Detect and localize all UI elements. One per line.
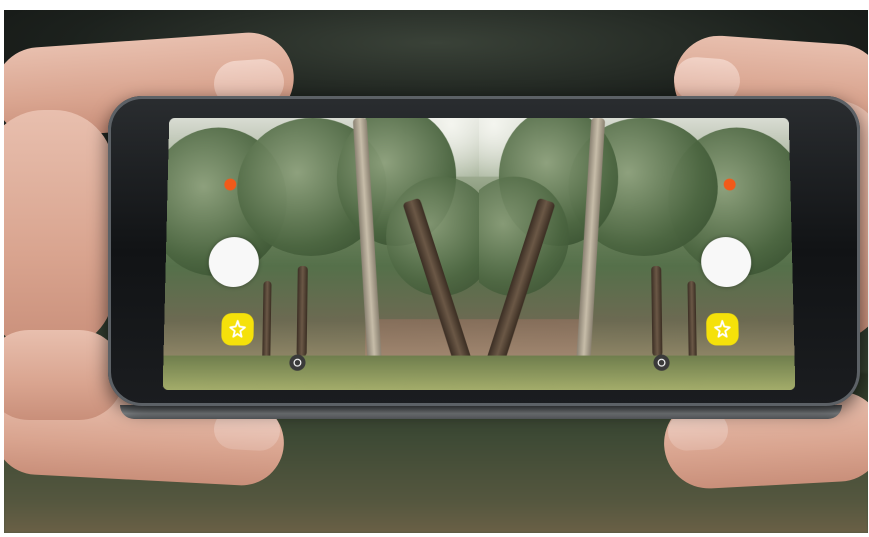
tree-trunk	[687, 280, 697, 362]
tree-trunk	[262, 280, 272, 362]
camera-view-right	[479, 117, 796, 391]
left-lower-finger	[4, 330, 124, 420]
sync-icon[interactable]	[653, 354, 670, 371]
sync-icon[interactable]	[289, 354, 306, 371]
shutter-button[interactable]	[208, 237, 260, 288]
left-palm	[4, 110, 114, 350]
grass	[162, 355, 479, 391]
sparkle-icon[interactable]	[221, 313, 254, 346]
phone-screen	[162, 117, 796, 391]
record-dot-icon	[723, 178, 736, 191]
shutter-button[interactable]	[700, 237, 752, 288]
phone-edge	[120, 405, 842, 419]
camera-view-left	[162, 117, 479, 391]
tree-trunk	[651, 265, 663, 357]
grass	[479, 355, 796, 391]
sparkle-icon[interactable]	[706, 313, 739, 346]
tree-trunk	[296, 265, 308, 357]
